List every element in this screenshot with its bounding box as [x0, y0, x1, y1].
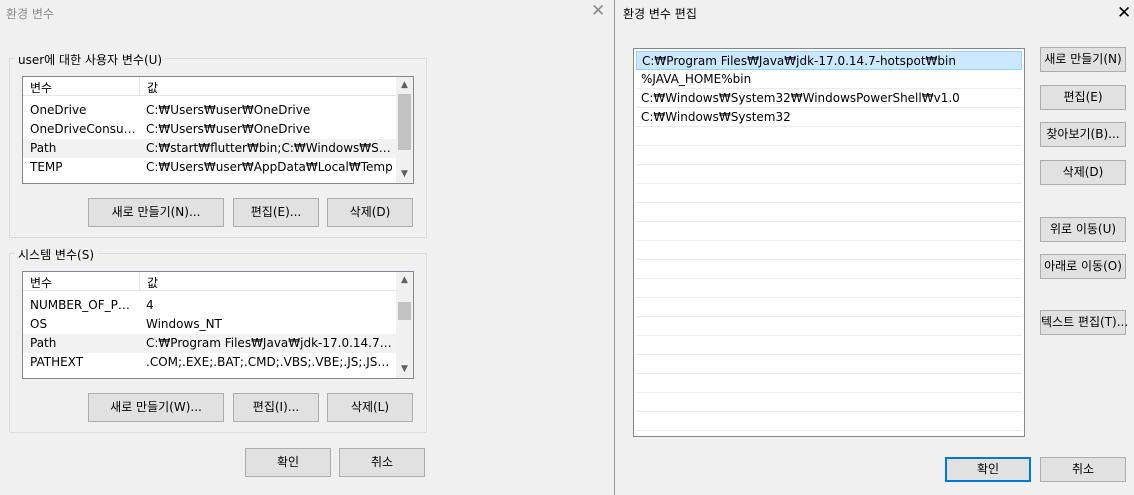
user-delete-button[interactable]: 삭제(D)	[327, 198, 413, 227]
system-variables-label: 시스템 변수(S)	[15, 246, 97, 263]
new-path-button[interactable]: 새로 만들기(N)	[1040, 47, 1126, 72]
column-header-value[interactable]: 값	[141, 77, 396, 96]
edit-environment-variable-dialog: 환경 변수 편집 ✕ C:₩Program Files₩Java₩jdk-17.…	[614, 0, 1134, 495]
list-item[interactable]: OS Windows_NT	[23, 315, 396, 334]
variable-value: C:₩Program Files₩Java₩jdk-17.0.14.7-hots…	[146, 336, 394, 350]
variable-name: PATHEXT	[30, 355, 84, 369]
close-icon[interactable]: ✕	[1117, 5, 1131, 22]
path-item[interactable]: %JAVA_HOME%bin	[636, 70, 1022, 89]
empty-row[interactable]	[636, 412, 1022, 431]
empty-row[interactable]	[636, 317, 1022, 336]
close-icon[interactable]: ✕	[591, 3, 605, 20]
user-edit-button[interactable]: 편집(E)...	[233, 198, 319, 227]
scrollbar-thumb[interactable]	[398, 94, 411, 150]
move-down-button[interactable]: 아래로 이동(O)	[1040, 254, 1126, 279]
list-header: 변수 값	[23, 272, 396, 291]
system-new-button[interactable]: 새로 만들기(W)...	[88, 393, 224, 422]
empty-row[interactable]	[636, 393, 1022, 412]
empty-row[interactable]	[636, 336, 1022, 355]
variable-value: .COM;.EXE;.BAT;.CMD;.VBS;.VBE;.JS;.JSE;.…	[146, 355, 394, 369]
column-header-value[interactable]: 값	[141, 272, 396, 291]
list-header: 변수 값	[23, 77, 396, 96]
variable-value: C:₩start₩flutter₩bin;C:₩Windows₩System..…	[146, 141, 394, 155]
path-item[interactable]: C:₩Windows₩System32₩WindowsPowerShell₩v1…	[636, 89, 1022, 108]
scroll-up-icon[interactable]: ▲	[396, 272, 413, 289]
path-text: %JAVA_HOME%bin	[641, 72, 752, 86]
list-item[interactable]: PATHEXT .COM;.EXE;.BAT;.CMD;.VBS;.VBE;.J…	[23, 353, 396, 372]
scroll-down-icon[interactable]: ▼	[396, 361, 413, 378]
variable-name: OneDriveConsumer	[30, 122, 138, 136]
list-item[interactable]: NUMBER_OF_PRO... 4	[23, 296, 396, 315]
edit-text-button[interactable]: 텍스트 편집(T)...	[1040, 310, 1128, 335]
column-header-variable[interactable]: 변수	[23, 272, 140, 291]
scrollbar-thumb[interactable]	[398, 302, 411, 320]
user-new-button[interactable]: 새로 만들기(N)...	[88, 198, 224, 227]
empty-row[interactable]	[636, 146, 1022, 165]
empty-row[interactable]	[636, 355, 1022, 374]
empty-row[interactable]	[636, 165, 1022, 184]
system-delete-button[interactable]: 삭제(L)	[327, 393, 413, 422]
variable-value: C:₩Users₩user₩OneDrive	[146, 122, 311, 136]
empty-row[interactable]	[636, 127, 1022, 146]
column-header-variable[interactable]: 변수	[23, 77, 140, 96]
variable-value: C:₩Users₩user₩OneDrive	[146, 103, 311, 117]
user-variables-label: user에 대한 사용자 변수(U)	[15, 51, 166, 68]
variable-name: OS	[30, 317, 48, 331]
vertical-scrollbar[interactable]: ▲ ▼	[396, 272, 413, 378]
empty-row[interactable]	[636, 184, 1022, 203]
environment-variables-dialog: 환경 변수 ✕ user에 대한 사용자 변수(U) 변수 값 OneDrive…	[0, 0, 614, 495]
system-edit-button[interactable]: 편집(I)...	[233, 393, 319, 422]
dialog-title: 환경 변수 편집	[623, 7, 697, 21]
cancel-button[interactable]: 취소	[1040, 457, 1126, 482]
empty-row[interactable]	[636, 222, 1022, 241]
scroll-down-icon[interactable]: ▼	[396, 166, 413, 183]
list-item[interactable]: Path C:₩Program Files₩Java₩jdk-17.0.14.7…	[23, 334, 396, 353]
move-up-button[interactable]: 위로 이동(U)	[1040, 217, 1126, 242]
path-item[interactable]: C:₩Program Files₩Java₩jdk-17.0.14.7-hots…	[636, 51, 1022, 70]
edit-path-button[interactable]: 편집(E)	[1040, 85, 1126, 110]
cancel-button[interactable]: 취소	[339, 448, 425, 477]
path-text: C:₩Program Files₩Java₩jdk-17.0.14.7-hots…	[642, 54, 956, 68]
list-item[interactable]: TEMP C:₩Users₩user₩AppData₩Local₩Temp	[23, 158, 396, 177]
empty-row[interactable]	[636, 298, 1022, 317]
variable-value: C:₩Users₩user₩AppData₩Local₩Temp	[146, 160, 393, 174]
path-list[interactable]: C:₩Program Files₩Java₩jdk-17.0.14.7-hots…	[633, 48, 1025, 437]
variable-name: NUMBER_OF_PRO...	[30, 298, 138, 312]
empty-row[interactable]	[636, 260, 1022, 279]
variable-name: Path	[30, 336, 57, 350]
scroll-up-icon[interactable]: ▲	[396, 77, 413, 94]
empty-row[interactable]	[636, 203, 1022, 222]
list-item[interactable]: OneDrive C:₩Users₩user₩OneDrive	[23, 101, 396, 120]
variable-name: TEMP	[30, 160, 63, 174]
ok-button[interactable]: 확인	[945, 457, 1031, 482]
system-variables-list[interactable]: 변수 값 NUMBER_OF_PRO... 4 OS Windows_NT Pa…	[22, 271, 414, 379]
list-item[interactable]: OneDriveConsumer C:₩Users₩user₩OneDrive	[23, 120, 396, 139]
variable-name: OneDrive	[30, 103, 87, 117]
browse-button[interactable]: 찾아보기(B)...	[1040, 122, 1126, 147]
dialog-title: 환경 변수	[6, 7, 54, 21]
ok-button[interactable]: 확인	[245, 448, 331, 477]
empty-row[interactable]	[636, 241, 1022, 260]
user-variables-list[interactable]: 변수 값 OneDrive C:₩Users₩user₩OneDrive One…	[22, 76, 414, 184]
variable-value: Windows_NT	[146, 317, 222, 331]
path-text: C:₩Windows₩System32	[641, 110, 791, 124]
path-item[interactable]: C:₩Windows₩System32	[636, 108, 1022, 127]
empty-row[interactable]	[636, 374, 1022, 393]
vertical-scrollbar[interactable]: ▲ ▼	[396, 77, 413, 183]
list-item[interactable]: Path C:₩start₩flutter₩bin;C:₩Windows₩Sys…	[23, 139, 396, 158]
path-text: C:₩Windows₩System32₩WindowsPowerShell₩v1…	[641, 91, 960, 105]
delete-path-button[interactable]: 삭제(D)	[1040, 160, 1126, 185]
variable-value: 4	[146, 298, 154, 312]
empty-row[interactable]	[636, 279, 1022, 298]
variable-name: Path	[30, 141, 57, 155]
